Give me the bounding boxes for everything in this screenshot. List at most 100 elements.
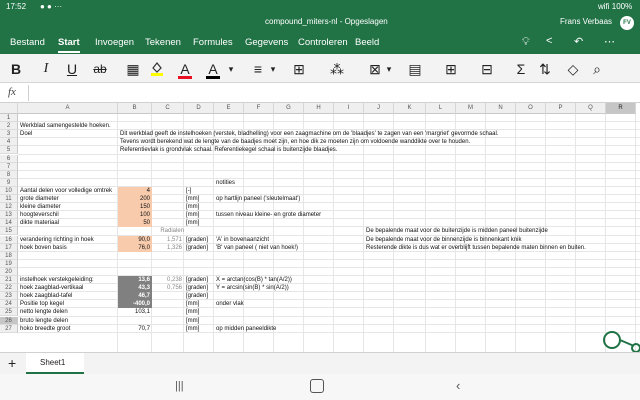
tab-start[interactable]: Start — [58, 37, 80, 48]
italic-button[interactable]: I — [38, 60, 54, 78]
cell-a24[interactable]: Positie top kegel — [20, 300, 64, 308]
column-header-q[interactable]: Q — [576, 103, 606, 114]
cell-b3[interactable]: Dit werkblad geeft de instelhoeken (vers… — [120, 130, 498, 138]
cell-d14[interactable]: [mm] — [186, 219, 199, 227]
cell-e17[interactable]: 'B' van paneel ( niet van hoek!) — [216, 244, 298, 252]
recent-apps-icon[interactable]: ||| — [175, 380, 184, 392]
cell-e16[interactable]: 'A' in bovenaanzicht — [216, 236, 269, 244]
search-icon[interactable]: ⌕ — [588, 60, 606, 78]
row-header-18[interactable]: 18 — [0, 251, 18, 260]
cell-e27[interactable]: op midden paneeldikte — [216, 325, 276, 333]
conditional-format-icon[interactable]: ⊠ — [366, 60, 384, 78]
column-header-k[interactable]: K — [394, 103, 426, 114]
tab-invoegen[interactable]: Invoegen — [95, 37, 134, 48]
cell-e13[interactable]: tussen niveau kleine- en grote diameter — [216, 211, 321, 219]
cell-d25[interactable]: [mm] — [186, 308, 199, 316]
cell-d22[interactable]: [graden] — [186, 284, 208, 292]
column-header-l[interactable]: L — [426, 103, 456, 114]
tab-gegevens[interactable]: Gegevens — [245, 37, 288, 48]
column-header-f[interactable]: F — [244, 103, 274, 114]
cell-b25[interactable]: 103,1 — [118, 308, 152, 316]
fill-color-icon[interactable] — [150, 60, 164, 78]
cell-d21[interactable]: [graden] — [186, 276, 208, 284]
cell-b21[interactable]: 13,6 — [118, 276, 152, 285]
chevron-down-icon[interactable]: ▾ — [226, 60, 236, 78]
share-icon[interactable]: < — [546, 35, 552, 47]
row-header-6[interactable]: 6 — [0, 154, 18, 163]
row-header-17[interactable]: 17 — [0, 243, 18, 252]
row-header-16[interactable]: 16 — [0, 235, 18, 244]
cell-b12[interactable]: 150 — [118, 203, 152, 212]
column-header-d[interactable]: D — [184, 103, 214, 114]
column-header-e[interactable]: E — [214, 103, 244, 114]
formula-input[interactable] — [34, 85, 634, 101]
row-header-13[interactable]: 13 — [0, 211, 18, 220]
user-name[interactable]: Frans Verbaas — [560, 17, 612, 26]
cell-a27[interactable]: hoko breedte groot — [20, 325, 70, 333]
cell-e11[interactable]: op hartlijn paneel ('sleutelmaat') — [216, 195, 300, 203]
tab-controleren[interactable]: Controleren — [298, 37, 348, 48]
row-header-15[interactable]: 15 — [0, 227, 18, 236]
delete-cells-icon[interactable]: ⊟ — [478, 60, 496, 78]
row-header-27[interactable]: 27 — [0, 324, 18, 333]
cell-b24[interactable]: -400,0 — [118, 300, 152, 309]
back-icon[interactable]: ‹ — [456, 378, 460, 393]
cell-d16[interactable]: [graden] — [186, 236, 208, 244]
row-header-5[interactable]: 5 — [0, 146, 18, 155]
row-header-21[interactable]: 21 — [0, 276, 18, 285]
cell-j16[interactable]: De bepalende maat voor de binnenzijde is… — [366, 236, 521, 244]
cell-b13[interactable]: 100 — [118, 211, 152, 220]
row-header-23[interactable]: 23 — [0, 292, 18, 301]
more-icon[interactable]: ⋯ — [604, 35, 615, 48]
select-all-corner[interactable] — [0, 103, 18, 114]
cell-b23[interactable]: 46,7 — [118, 292, 152, 301]
fx-icon[interactable]: fx — [8, 86, 16, 98]
column-header-b[interactable]: B — [118, 103, 152, 114]
cell-b27[interactable]: 70,7 — [118, 325, 152, 333]
sum-icon[interactable]: Σ — [512, 60, 530, 78]
cell-b17[interactable]: 76,0 — [118, 243, 152, 252]
column-header-m[interactable]: M — [456, 103, 486, 114]
row-header-14[interactable]: 14 — [0, 219, 18, 228]
cell-d27[interactable]: [mm] — [186, 325, 199, 333]
cell-b5[interactable]: Referentievlak is grondvlak schaal. Refe… — [120, 146, 337, 154]
column-header-o[interactable]: O — [516, 103, 546, 114]
tab-formules[interactable]: Formules — [193, 37, 233, 48]
column-header-i[interactable]: I — [334, 103, 364, 114]
cell-d12[interactable]: [mm] — [186, 203, 199, 211]
cell-j15[interactable]: De bepalende maat voor de buitenzijde is… — [366, 227, 548, 235]
row-header-3[interactable]: 3 — [0, 130, 18, 139]
cell-b4[interactable]: Tevens wordt berekend wat de lengte van … — [120, 138, 470, 146]
tab-tekenen[interactable]: Tekenen — [145, 37, 181, 48]
cell-a10[interactable]: Aantal delen voor volledige omtrek — [20, 187, 112, 195]
cell-d10[interactable]: [-] — [186, 187, 191, 195]
underline-button[interactable]: U — [64, 60, 80, 78]
cell-b10[interactable]: 4 — [118, 186, 152, 195]
cell-d23[interactable]: [graden] — [186, 292, 208, 300]
tab-bestand[interactable]: Bestand — [10, 37, 45, 48]
cell-e21[interactable]: X = arctan(cos(B) * tan(A/2)) — [216, 276, 292, 284]
row-header-11[interactable]: 11 — [0, 195, 18, 204]
cell-a22[interactable]: hoek zaagblad-vertikaal — [20, 284, 83, 292]
cell-a2[interactable]: Werkblad samengestelde hoeken. — [20, 122, 111, 130]
cell-c21[interactable]: 0,238 — [152, 276, 184, 284]
cell-e24[interactable]: onder vlak — [216, 300, 244, 308]
cell-a26[interactable]: bruto lengte delen — [20, 317, 68, 325]
column-header-c[interactable]: C — [152, 103, 184, 114]
row-header-12[interactable]: 12 — [0, 203, 18, 212]
tab-beeld[interactable]: Beeld — [355, 37, 379, 48]
add-sheet-button[interactable]: + — [8, 355, 16, 371]
cell-a17[interactable]: hoek boven basis — [20, 244, 67, 252]
insert-cells-icon[interactable]: ⊞ — [442, 60, 460, 78]
cell-b14[interactable]: 50 — [118, 219, 152, 228]
row-header-10[interactable]: 10 — [0, 186, 18, 195]
column-header-h[interactable]: H — [304, 103, 334, 114]
row-header-24[interactable]: 24 — [0, 300, 18, 309]
undo-icon[interactable]: ↶ — [574, 35, 583, 48]
column-header-p[interactable]: P — [546, 103, 576, 114]
row-header-26[interactable]: 26 — [0, 316, 18, 325]
cell-d17[interactable]: [graden] — [186, 244, 208, 252]
cell-a13[interactable]: hoogteverschil — [20, 211, 59, 219]
cell-d11[interactable]: [mm] — [186, 195, 199, 203]
cell-e9[interactable]: notities — [216, 179, 235, 187]
